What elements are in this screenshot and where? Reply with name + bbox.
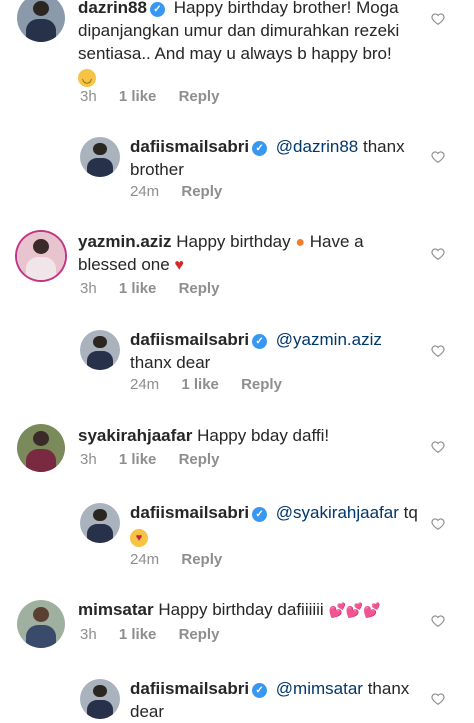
like-heart-icon[interactable] bbox=[431, 517, 445, 531]
reply-button[interactable]: Reply bbox=[181, 551, 222, 568]
comment-body: Happy bday daffi! bbox=[197, 426, 330, 445]
timestamp: 24m bbox=[130, 376, 160, 393]
like-heart-icon[interactable] bbox=[431, 150, 445, 164]
balloon-emoji-icon: ● bbox=[295, 234, 306, 251]
comment-text: dafiismailsabri ✓ @syakirahjaafar tq ♥ bbox=[130, 501, 420, 547]
avatar[interactable] bbox=[80, 503, 120, 543]
verified-badge-icon: ✓ bbox=[252, 334, 268, 349]
avatar[interactable] bbox=[80, 137, 120, 177]
comment-text: dafiismailsabri ✓ @dazrin88 thanx brother bbox=[130, 135, 420, 181]
like-count[interactable]: 1 like bbox=[119, 88, 157, 105]
red-heart-emoji-icon: ♥ bbox=[174, 257, 184, 274]
comment-text: dazrin88 ✓ Happy birthday brother! Moga d… bbox=[78, 0, 418, 88]
like-heart-icon[interactable] bbox=[431, 440, 445, 454]
comment-text: syakirahjaafar Happy bday daffi! bbox=[78, 424, 418, 447]
comment-meta: 3h 1 like Reply bbox=[80, 88, 237, 105]
username[interactable]: dafiismailsabri bbox=[130, 137, 249, 156]
timestamp: 3h bbox=[80, 451, 97, 468]
like-heart-icon[interactable] bbox=[431, 12, 445, 26]
username[interactable]: yazmin.aziz bbox=[78, 232, 172, 251]
like-heart-icon[interactable] bbox=[431, 614, 445, 628]
comment-text: dafiismailsabri ✓ @mimsatar thanx dear bbox=[130, 677, 420, 723]
avatar[interactable] bbox=[80, 679, 120, 719]
username[interactable]: dafiismailsabri bbox=[130, 330, 249, 349]
timestamp: 3h bbox=[80, 280, 97, 297]
two-hearts-emoji-icon: 💕 bbox=[363, 602, 381, 618]
like-heart-icon[interactable] bbox=[431, 247, 445, 261]
comment-meta: 3h 1 like Reply bbox=[80, 626, 237, 643]
verified-badge-icon: ✓ bbox=[149, 2, 165, 17]
reply-button[interactable]: Reply bbox=[181, 183, 222, 200]
username[interactable]: dazrin88 bbox=[78, 0, 147, 17]
comment-meta: 3h 1 like Reply bbox=[80, 280, 237, 297]
two-hearts-emoji-icon: 💕 bbox=[345, 602, 364, 618]
like-heart-icon[interactable] bbox=[431, 344, 445, 358]
mention-link[interactable]: @yazmin.aziz bbox=[276, 330, 382, 349]
comment-body: Happy birthday dafiiiiii bbox=[158, 600, 324, 619]
verified-badge-icon: ✓ bbox=[252, 141, 268, 156]
like-heart-icon[interactable] bbox=[431, 692, 445, 706]
smiling-face-emoji-icon: ◡ bbox=[78, 69, 96, 87]
username[interactable]: syakirahjaafar bbox=[78, 426, 192, 445]
timestamp: 3h bbox=[80, 626, 97, 643]
timestamp: 24m bbox=[130, 551, 160, 568]
username[interactable]: dafiismailsabri bbox=[130, 503, 249, 522]
reply-button[interactable]: Reply bbox=[241, 376, 282, 393]
reply-button[interactable]: Reply bbox=[179, 88, 220, 105]
mention-link[interactable]: @dazrin88 bbox=[276, 137, 358, 156]
two-hearts-emoji-icon: 💕 bbox=[328, 602, 346, 618]
avatar[interactable] bbox=[17, 232, 65, 280]
comment-text: dafiismailsabri ✓ @yazmin.aziz thanx dear bbox=[130, 328, 420, 374]
avatar[interactable] bbox=[17, 600, 65, 648]
verified-badge-icon: ✓ bbox=[252, 683, 268, 698]
timestamp: 3h bbox=[80, 88, 97, 105]
like-count[interactable]: 1 like bbox=[181, 376, 219, 393]
comment-body: Happy birthday bbox=[176, 232, 291, 251]
username[interactable]: mimsatar bbox=[78, 600, 154, 619]
reply-button[interactable]: Reply bbox=[179, 280, 220, 297]
kissing-face-emoji-icon: ♥ bbox=[130, 529, 148, 547]
comment-text: yazmin.aziz Happy birthday ● Have a bles… bbox=[78, 230, 418, 276]
comment-meta: 24m 1 like Reply bbox=[130, 376, 300, 393]
comment-text: mimsatar Happy birthday dafiiiiii 💕💕💕 bbox=[78, 598, 418, 621]
reply-button[interactable]: Reply bbox=[179, 451, 220, 468]
like-count[interactable]: 1 like bbox=[119, 280, 157, 297]
reply-button[interactable]: Reply bbox=[179, 626, 220, 643]
avatar[interactable] bbox=[80, 330, 120, 370]
avatar[interactable] bbox=[17, 0, 65, 42]
like-count[interactable]: 1 like bbox=[119, 626, 157, 643]
like-count[interactable]: 1 like bbox=[119, 451, 157, 468]
avatar[interactable] bbox=[17, 424, 65, 472]
verified-badge-icon: ✓ bbox=[252, 507, 268, 522]
comment-body: thanx dear bbox=[130, 353, 211, 372]
username[interactable]: dafiismailsabri bbox=[130, 679, 249, 698]
mention-link[interactable]: @mimsatar bbox=[276, 679, 363, 698]
comment-meta: 24m Reply bbox=[130, 183, 240, 200]
mention-link[interactable]: @syakirahjaafar bbox=[276, 503, 399, 522]
comment-meta: 3h 1 like Reply bbox=[80, 451, 237, 468]
comment-meta: 24m Reply bbox=[130, 551, 240, 568]
timestamp: 24m bbox=[130, 183, 160, 200]
comment-body: tq bbox=[403, 503, 418, 522]
